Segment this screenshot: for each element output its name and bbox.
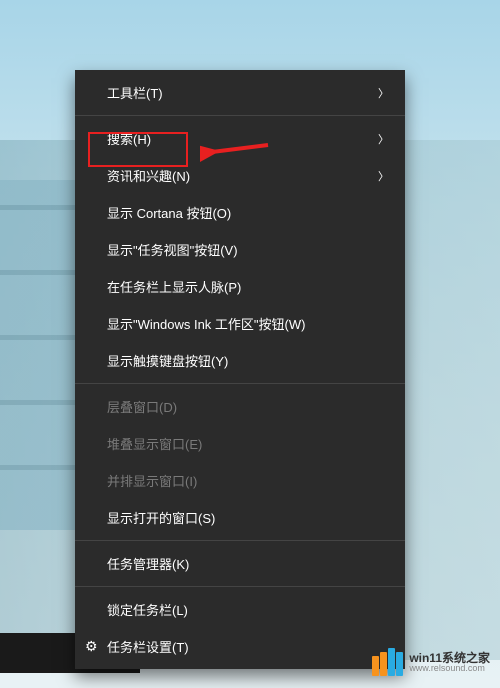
menu-item-0[interactable]: 工具栏(T)〉 <box>75 74 405 111</box>
watermark-bar-3 <box>396 652 403 676</box>
watermark-logo <box>372 648 403 676</box>
menu-item-label: 显示"任务视图"按钮(V) <box>107 240 389 259</box>
menu-item-5[interactable]: 显示"任务视图"按钮(V) <box>75 231 405 268</box>
menu-item-12: 并排显示窗口(I) <box>75 462 405 499</box>
menu-item-4[interactable]: 显示 Cortana 按钮(O) <box>75 194 405 231</box>
menu-item-label: 工具栏(T) <box>107 83 378 102</box>
menu-item-label: 搜索(H) <box>107 129 378 148</box>
menu-item-3[interactable]: 资讯和兴趣(N)〉 <box>75 157 405 194</box>
chevron-right-icon: 〉 <box>378 85 389 101</box>
menu-item-label: 显示打开的窗口(S) <box>107 508 389 527</box>
taskbar-context-menu: 工具栏(T)〉搜索(H)〉资讯和兴趣(N)〉显示 Cortana 按钮(O)显示… <box>75 70 405 669</box>
menu-item-label: 并排显示窗口(I) <box>107 471 389 490</box>
menu-divider <box>75 540 405 541</box>
menu-item-label: 资讯和兴趣(N) <box>107 166 378 185</box>
watermark-bar-1 <box>380 652 387 676</box>
menu-item-label: 层叠窗口(D) <box>107 397 389 416</box>
chevron-right-icon: 〉 <box>378 131 389 147</box>
menu-item-label: 任务栏设置(T) <box>107 637 389 656</box>
gear-icon: ⚙ <box>85 638 98 655</box>
menu-item-8[interactable]: 显示触摸键盘按钮(Y) <box>75 342 405 379</box>
menu-item-15[interactable]: 任务管理器(K) <box>75 545 405 582</box>
menu-item-label: 锁定任务栏(L) <box>107 600 389 619</box>
watermark: win11系统之家 www.relsound.com <box>372 648 490 676</box>
menu-item-label: 显示触摸键盘按钮(Y) <box>107 351 389 370</box>
menu-item-label: 堆叠显示窗口(E) <box>107 434 389 453</box>
menu-item-18[interactable]: ⚙ 任务栏设置(T) <box>75 628 405 665</box>
menu-item-13[interactable]: 显示打开的窗口(S) <box>75 499 405 536</box>
menu-item-17[interactable]: 锁定任务栏(L) <box>75 591 405 628</box>
chevron-right-icon: 〉 <box>378 168 389 184</box>
menu-item-label: 任务管理器(K) <box>107 554 389 573</box>
menu-divider <box>75 383 405 384</box>
menu-divider <box>75 586 405 587</box>
watermark-bar-0 <box>372 656 379 676</box>
watermark-text: win11系统之家 www.relsound.com <box>409 652 490 673</box>
menu-item-label: 显示"Windows Ink 工作区"按钮(W) <box>107 314 389 333</box>
menu-item-2[interactable]: 搜索(H)〉 <box>75 120 405 157</box>
menu-item-label: 显示 Cortana 按钮(O) <box>107 203 389 222</box>
menu-item-label: 在任务栏上显示人脉(P) <box>107 277 389 296</box>
menu-item-11: 堆叠显示窗口(E) <box>75 425 405 462</box>
watermark-sub: www.relsound.com <box>409 664 490 673</box>
menu-item-6[interactable]: 在任务栏上显示人脉(P) <box>75 268 405 305</box>
menu-item-7[interactable]: 显示"Windows Ink 工作区"按钮(W) <box>75 305 405 342</box>
watermark-main: win11系统之家 <box>409 652 490 664</box>
watermark-bar-2 <box>388 648 395 676</box>
menu-divider <box>75 115 405 116</box>
menu-item-10: 层叠窗口(D) <box>75 388 405 425</box>
